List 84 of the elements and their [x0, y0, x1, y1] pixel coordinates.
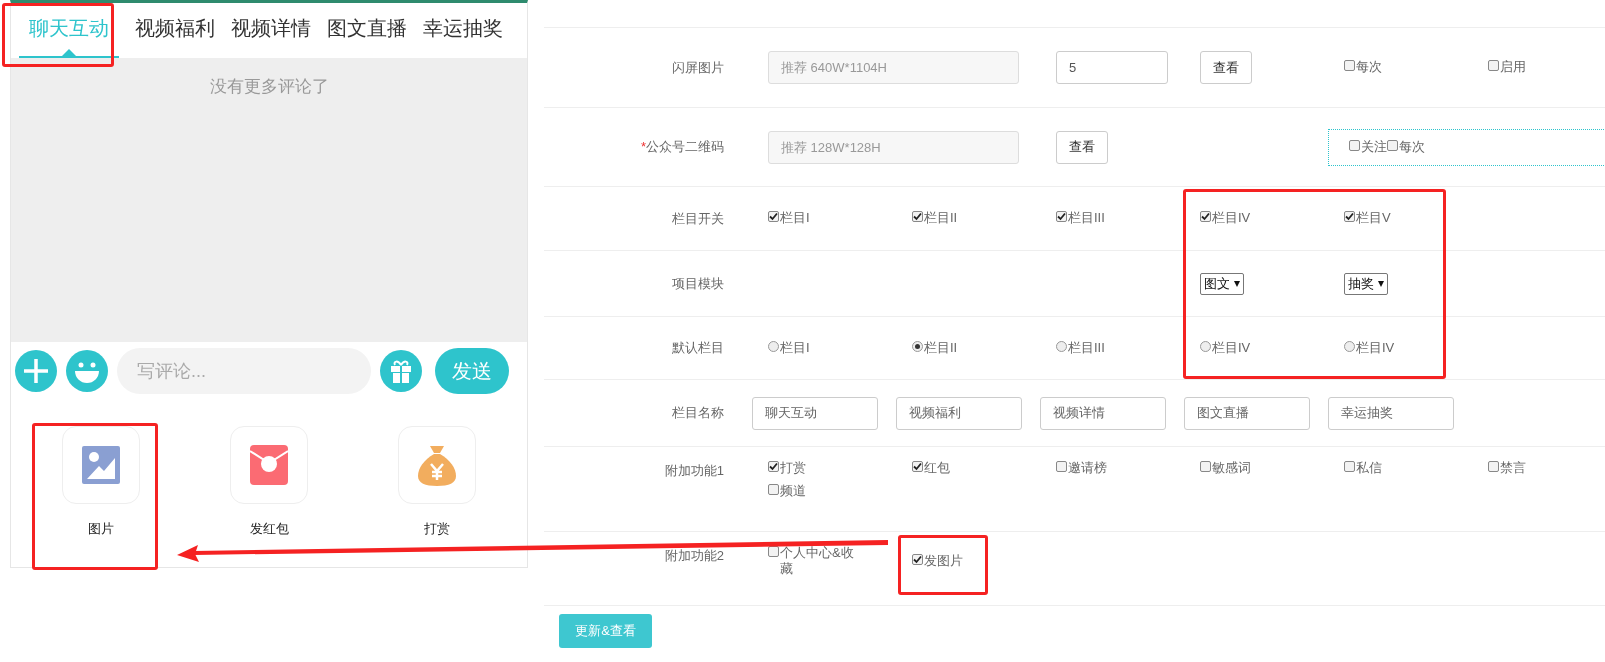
text-field[interactable]: 视频福利 [896, 396, 1022, 430]
checkbox[interactable] [1344, 211, 1355, 222]
checkbox[interactable] [1344, 60, 1355, 71]
field-label: 默认栏目 [672, 340, 724, 356]
radio-button[interactable] [1200, 340, 1211, 352]
tab[interactable]: 视频详情 [231, 3, 311, 58]
field-label: 项目模块 [672, 275, 724, 291]
field-label: 栏目开关 [672, 210, 724, 226]
upload-field[interactable]: 推荐 128W*128H [768, 130, 1019, 164]
action-tile[interactable] [398, 426, 476, 504]
option-label: 每次 [1399, 138, 1425, 155]
checkbox[interactable] [768, 461, 779, 472]
envelope-icon [250, 445, 288, 485]
option-label: 私信 [1356, 460, 1382, 476]
comment-field[interactable]: 写评论... [117, 348, 371, 394]
action-tile[interactable] [230, 426, 308, 504]
option-label: 敏感词 [1212, 460, 1251, 476]
option-label: 栏目IV [1212, 339, 1251, 356]
option-label: 栏目IV [1212, 210, 1251, 226]
checkbox[interactable] [1488, 461, 1499, 472]
option-label: 启用 [1500, 59, 1526, 75]
view-button[interactable]: 查看 [1200, 51, 1252, 84]
option-label: 栏目V [1356, 210, 1391, 226]
field-label: 公众号二维码 [646, 139, 724, 155]
option-label: 栏目I [780, 210, 810, 226]
action-label: 发红包 [249, 520, 289, 538]
option-label: 邀请榜 [1068, 460, 1107, 476]
checkbox[interactable] [1056, 461, 1067, 472]
dropdown[interactable]: 图文 [1200, 272, 1244, 295]
checkbox[interactable] [1488, 60, 1499, 71]
gift-icon[interactable] [380, 350, 422, 392]
checkbox[interactable] [1200, 461, 1211, 472]
money-bag-icon [417, 444, 457, 486]
text-field[interactable]: 幸运抽奖 [1328, 396, 1454, 430]
option-label: 打赏 [780, 460, 806, 476]
field-label: 栏目名称 [672, 405, 724, 421]
text-field[interactable]: 聊天互动 [752, 396, 878, 430]
dropdown[interactable]: 抽奖 [1344, 272, 1388, 295]
checkbox[interactable] [768, 484, 779, 495]
checkbox[interactable] [1200, 211, 1211, 222]
checkbox[interactable] [768, 211, 779, 222]
field-label: 闪屏图片 [672, 59, 724, 75]
radio-button[interactable] [768, 340, 779, 352]
field-label: 附加功能1 [664, 463, 724, 478]
upload-field[interactable]: 推荐 640W*1104H [768, 51, 1019, 84]
checkbox[interactable] [1349, 139, 1360, 151]
plus-icon[interactable] [15, 350, 57, 392]
radio-button[interactable] [912, 340, 923, 352]
radio-button[interactable] [1056, 340, 1067, 352]
option-label: 栏目IV [1356, 339, 1395, 356]
option-label: 栏目II [924, 210, 958, 226]
option-label: 关注 [1361, 138, 1387, 155]
checkbox[interactable] [1387, 139, 1398, 151]
option-label: 栏目I [780, 339, 810, 356]
tab[interactable]: 图文直播 [327, 3, 407, 58]
field-label: 附加功能2 [664, 548, 724, 563]
checkbox[interactable] [1056, 211, 1067, 222]
option-label: 红包 [924, 460, 950, 476]
tab[interactable]: 幸运抽奖 [423, 3, 503, 58]
checkbox[interactable] [912, 211, 923, 222]
view-button[interactable]: 查看 [1056, 130, 1108, 164]
checkbox[interactable] [912, 461, 923, 472]
option-label: 频道 [780, 483, 806, 499]
option-label: 发图片 [924, 553, 963, 569]
picture-icon [82, 446, 120, 484]
radio-button[interactable] [1344, 340, 1355, 352]
option-label: 个人中心&收藏 [780, 545, 855, 577]
action-tile[interactable] [62, 426, 140, 504]
action-label: 图片 [88, 520, 114, 538]
smiley-icon[interactable] [66, 350, 108, 392]
checkbox[interactable] [912, 554, 923, 565]
option-label: 每次 [1356, 59, 1382, 75]
option-label: 栏目III [1068, 339, 1105, 356]
option-label: 禁言 [1500, 460, 1526, 476]
option-label: 栏目III [1068, 210, 1105, 226]
checkbox[interactable] [1344, 461, 1355, 472]
number-field[interactable]: 5 [1056, 51, 1168, 84]
action-label: 打赏 [424, 520, 450, 538]
tab[interactable]: 视频福利 [135, 3, 215, 58]
empty-message: 没有更多评论了 [209, 76, 329, 98]
text-field[interactable]: 视频详情 [1040, 396, 1166, 430]
text-field[interactable]: 图文直播 [1184, 396, 1310, 430]
option-label: 栏目II [924, 339, 958, 356]
required-mark: * [640, 139, 646, 155]
